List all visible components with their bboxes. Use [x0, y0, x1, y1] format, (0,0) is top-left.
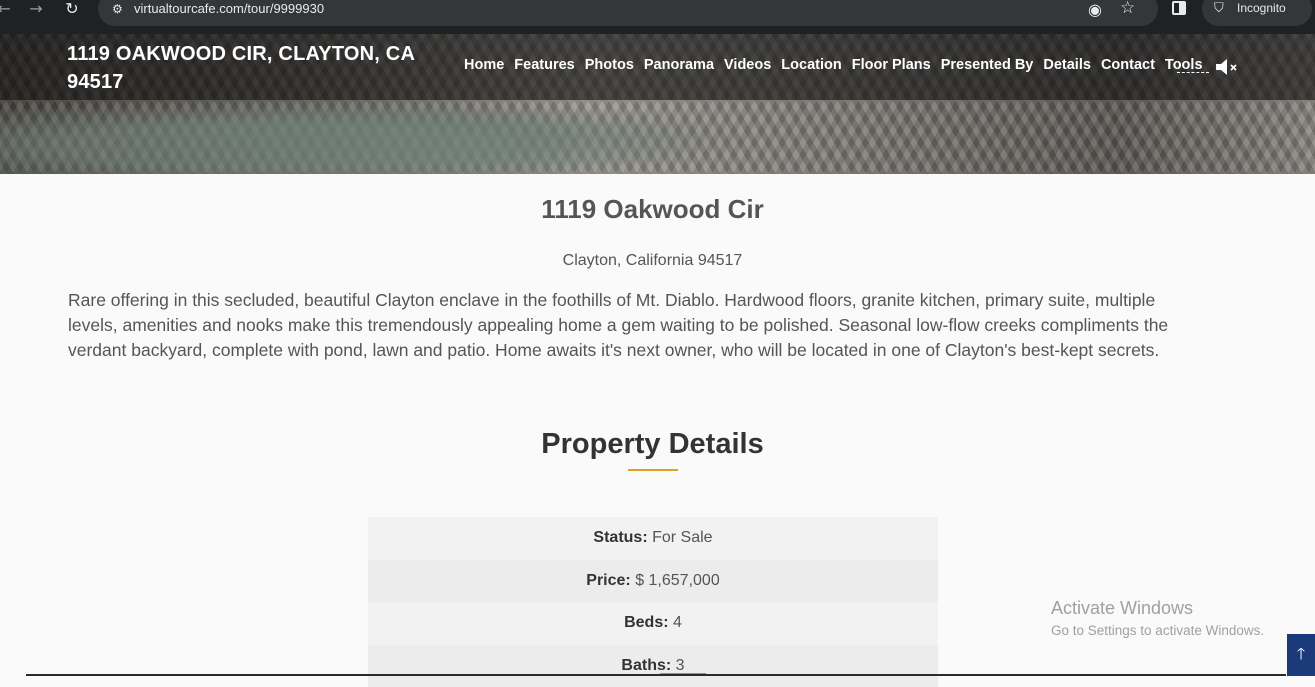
- detail-value: $ 1,657,000: [635, 572, 720, 589]
- eye-icon[interactable]: ◉: [1088, 0, 1102, 19]
- side-panel-icon[interactable]: [1172, 1, 1186, 15]
- detail-label: Baths:: [621, 657, 671, 674]
- hero-banner: 1119 OAKWOOD CIR, CLAYTON, CA 94517 Home…: [0, 34, 1315, 174]
- nav-more-dots[interactable]: [1177, 72, 1209, 73]
- url-text[interactable]: virtualtourcafe.com/tour/9999930: [134, 1, 324, 16]
- nav-details[interactable]: Details: [1043, 57, 1091, 73]
- detail-value: 4: [673, 614, 682, 631]
- nav-features[interactable]: Features: [514, 57, 574, 73]
- forward-arrow-icon[interactable]: →: [24, 0, 48, 20]
- mute-icon[interactable]: [1214, 56, 1240, 78]
- detail-row-status: Status: For Sale: [368, 517, 938, 560]
- nav-home[interactable]: Home: [464, 57, 504, 73]
- main-nav: Home Features Photos Panorama Videos Loc…: [464, 57, 1213, 73]
- scroll-to-top-button[interactable]: 🡑: [1287, 634, 1315, 676]
- property-title: 1119 Oakwood Cir: [0, 194, 1305, 225]
- incognito-badge[interactable]: ⛉ Incognito: [1202, 0, 1312, 26]
- nav-tools[interactable]: Tools: [1165, 57, 1203, 73]
- incognito-icon: ⛉: [1214, 1, 1224, 16]
- activate-windows-title: Activate Windows: [1051, 598, 1193, 619]
- nav-floor-plans[interactable]: Floor Plans: [852, 57, 931, 73]
- back-arrow-icon[interactable]: ←: [0, 0, 16, 20]
- browser-toolbar: ← → ↻ ⚙ virtualtourcafe.com/tour/9999930…: [0, 0, 1315, 34]
- property-details-table: Status: For Sale Price: $ 1,657,000 Beds…: [368, 517, 938, 687]
- nav-panorama[interactable]: Panorama: [644, 57, 714, 73]
- property-details-heading: Property Details: [0, 428, 1305, 461]
- detail-label: Beds:: [624, 614, 668, 631]
- nav-videos[interactable]: Videos: [724, 57, 771, 73]
- nav-presented-by[interactable]: Presented By: [941, 57, 1034, 73]
- nav-location[interactable]: Location: [781, 57, 841, 73]
- detail-value: For Sale: [652, 529, 712, 546]
- incognito-label: Incognito: [1237, 1, 1286, 15]
- heading-underline: [628, 469, 678, 471]
- activate-windows-subtitle: Go to Settings to activate Windows.: [1051, 623, 1264, 638]
- property-city: Clayton, California 94517: [0, 252, 1305, 270]
- address-bar[interactable]: ⚙ virtualtourcafe.com/tour/9999930 ◉ ☆: [98, 0, 1158, 26]
- nav-photos[interactable]: Photos: [585, 57, 634, 73]
- nav-contact[interactable]: Contact: [1101, 57, 1155, 73]
- detail-row-price: Price: $ 1,657,000: [368, 560, 938, 603]
- detail-label: Price:: [586, 572, 630, 589]
- detail-row-beds: Beds: 4: [368, 602, 938, 645]
- detail-row-baths: Baths: 3: [368, 645, 938, 687]
- property-description: Rare offering in this secluded, beautifu…: [68, 288, 1208, 363]
- site-info-icon[interactable]: ⚙: [112, 2, 123, 16]
- site-title[interactable]: 1119 OAKWOOD CIR, CLAYTON, CA 94517: [67, 40, 427, 96]
- bookmark-star-icon[interactable]: ☆: [1120, 0, 1135, 18]
- detail-value: 3: [676, 657, 685, 674]
- detail-label: Status:: [593, 529, 647, 546]
- reload-icon[interactable]: ↻: [60, 0, 84, 20]
- arrow-up-icon: 🡑: [1297, 644, 1305, 663]
